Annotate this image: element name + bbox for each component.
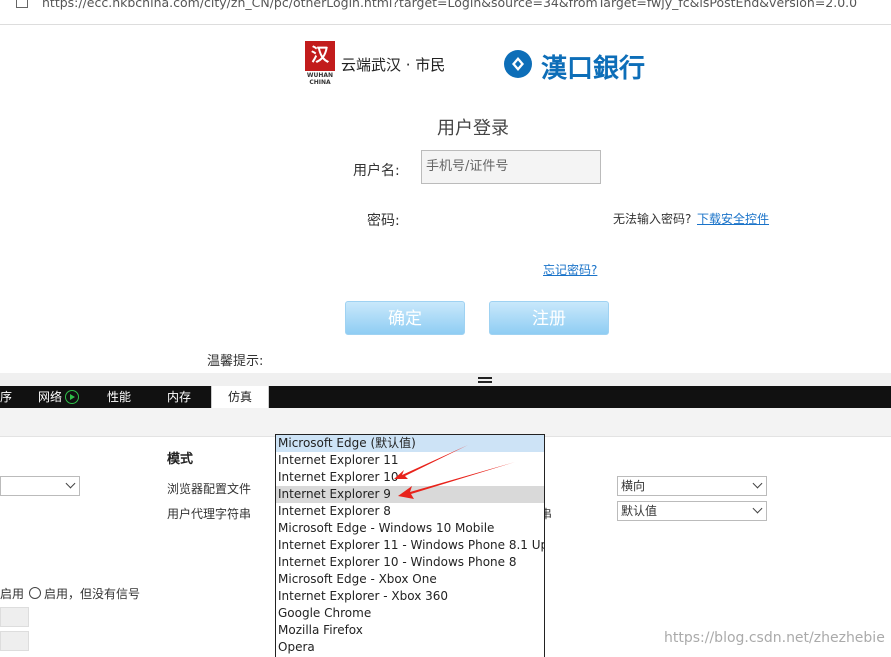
resolution-select[interactable]: 默认值	[617, 501, 767, 521]
tip-label: 温馨提示:	[207, 354, 264, 369]
devtools-tabbar: 序 网络 性能 内存 仿真	[0, 386, 891, 408]
hankou-bank-logo-icon	[504, 50, 532, 78]
list-item[interactable]: Microsoft Edge - Xbox One	[276, 571, 544, 588]
tab-memory[interactable]: 内存	[167, 386, 207, 408]
latitude-input[interactable]	[0, 607, 29, 627]
orientation-select[interactable]: 横向	[617, 476, 767, 496]
list-item[interactable]: Internet Explorer 8	[276, 503, 544, 520]
address-bar[interactable]: https://ecc.hkbchina.com/city/zh_CN/pc/o…	[0, 0, 891, 25]
tab-emulation[interactable]: 仿真	[211, 386, 269, 408]
radio-button-icon[interactable]	[29, 587, 41, 599]
annotation-arrows	[394, 445, 515, 499]
lock-icon	[16, 0, 28, 8]
longitude-input[interactable]	[0, 631, 29, 651]
drag-handle-icon[interactable]	[478, 377, 492, 383]
list-item[interactable]: Internet Explorer - Xbox 360	[276, 588, 544, 605]
username-label: 用户名:	[353, 163, 400, 179]
bank-name: 漢口銀行	[541, 54, 646, 84]
download-control-link[interactable]: 下载安全控件	[697, 210, 769, 227]
chevron-down-icon	[65, 478, 76, 489]
register-button[interactable]: 注册	[489, 301, 609, 335]
browser-profile-label: 浏览器配置文件	[167, 482, 252, 496]
mode-heading: 模式	[167, 452, 194, 467]
wuhan-logo-caption: WUHAN CHINA	[306, 72, 334, 86]
list-item[interactable]: Google Chrome	[276, 605, 544, 622]
confirm-button[interactable]: 确定	[345, 301, 465, 335]
devtools-splitter[interactable]	[0, 373, 891, 387]
url-text[interactable]: https://ecc.hkbchina.com/city/zh_CN/pc/o…	[42, 0, 857, 10]
wuhan-seal-logo: 汉	[305, 41, 335, 71]
user-agent-label: 用户代理字符串	[167, 507, 252, 521]
watermark-text: https://blog.csdn.net/zhezhebie	[664, 630, 885, 646]
red-arrow-icon	[398, 462, 515, 499]
username-input[interactable]: 手机号/证件号	[421, 150, 601, 184]
document-mode-select[interactable]	[0, 476, 80, 496]
list-item[interactable]: Opera	[276, 639, 544, 656]
chevron-down-icon	[752, 478, 763, 489]
radio-enabled-partial[interactable]: 启用	[0, 585, 24, 602]
list-item[interactable]: Internet Explorer 10 - Windows Phone 8	[276, 554, 544, 571]
login-title: 用户登录	[437, 118, 509, 139]
password-hint: 无法输入密码?	[613, 212, 692, 226]
chevron-down-icon	[752, 503, 763, 514]
password-label: 密码:	[367, 213, 400, 229]
city-title: 云端武汉 · 市民	[341, 56, 446, 74]
radio-enabled-no-signal[interactable]: 启用，但没有信号	[29, 585, 140, 602]
list-item[interactable]: Mozilla Firefox	[276, 622, 544, 639]
devtools-toolbar	[0, 408, 891, 437]
forgot-password-link[interactable]: 忘记密码?	[543, 261, 597, 278]
list-item[interactable]: Internet Explorer 11 - Windows Phone 8.1…	[276, 537, 544, 554]
tab-network[interactable]: 网络	[38, 386, 88, 408]
play-icon[interactable]	[65, 390, 80, 404]
list-item[interactable]: Microsoft Edge - Windows 10 Mobile	[276, 520, 544, 537]
tab-debugger[interactable]: 序	[0, 386, 18, 408]
red-arrow-icon	[394, 445, 468, 479]
tab-performance[interactable]: 性能	[107, 386, 147, 408]
